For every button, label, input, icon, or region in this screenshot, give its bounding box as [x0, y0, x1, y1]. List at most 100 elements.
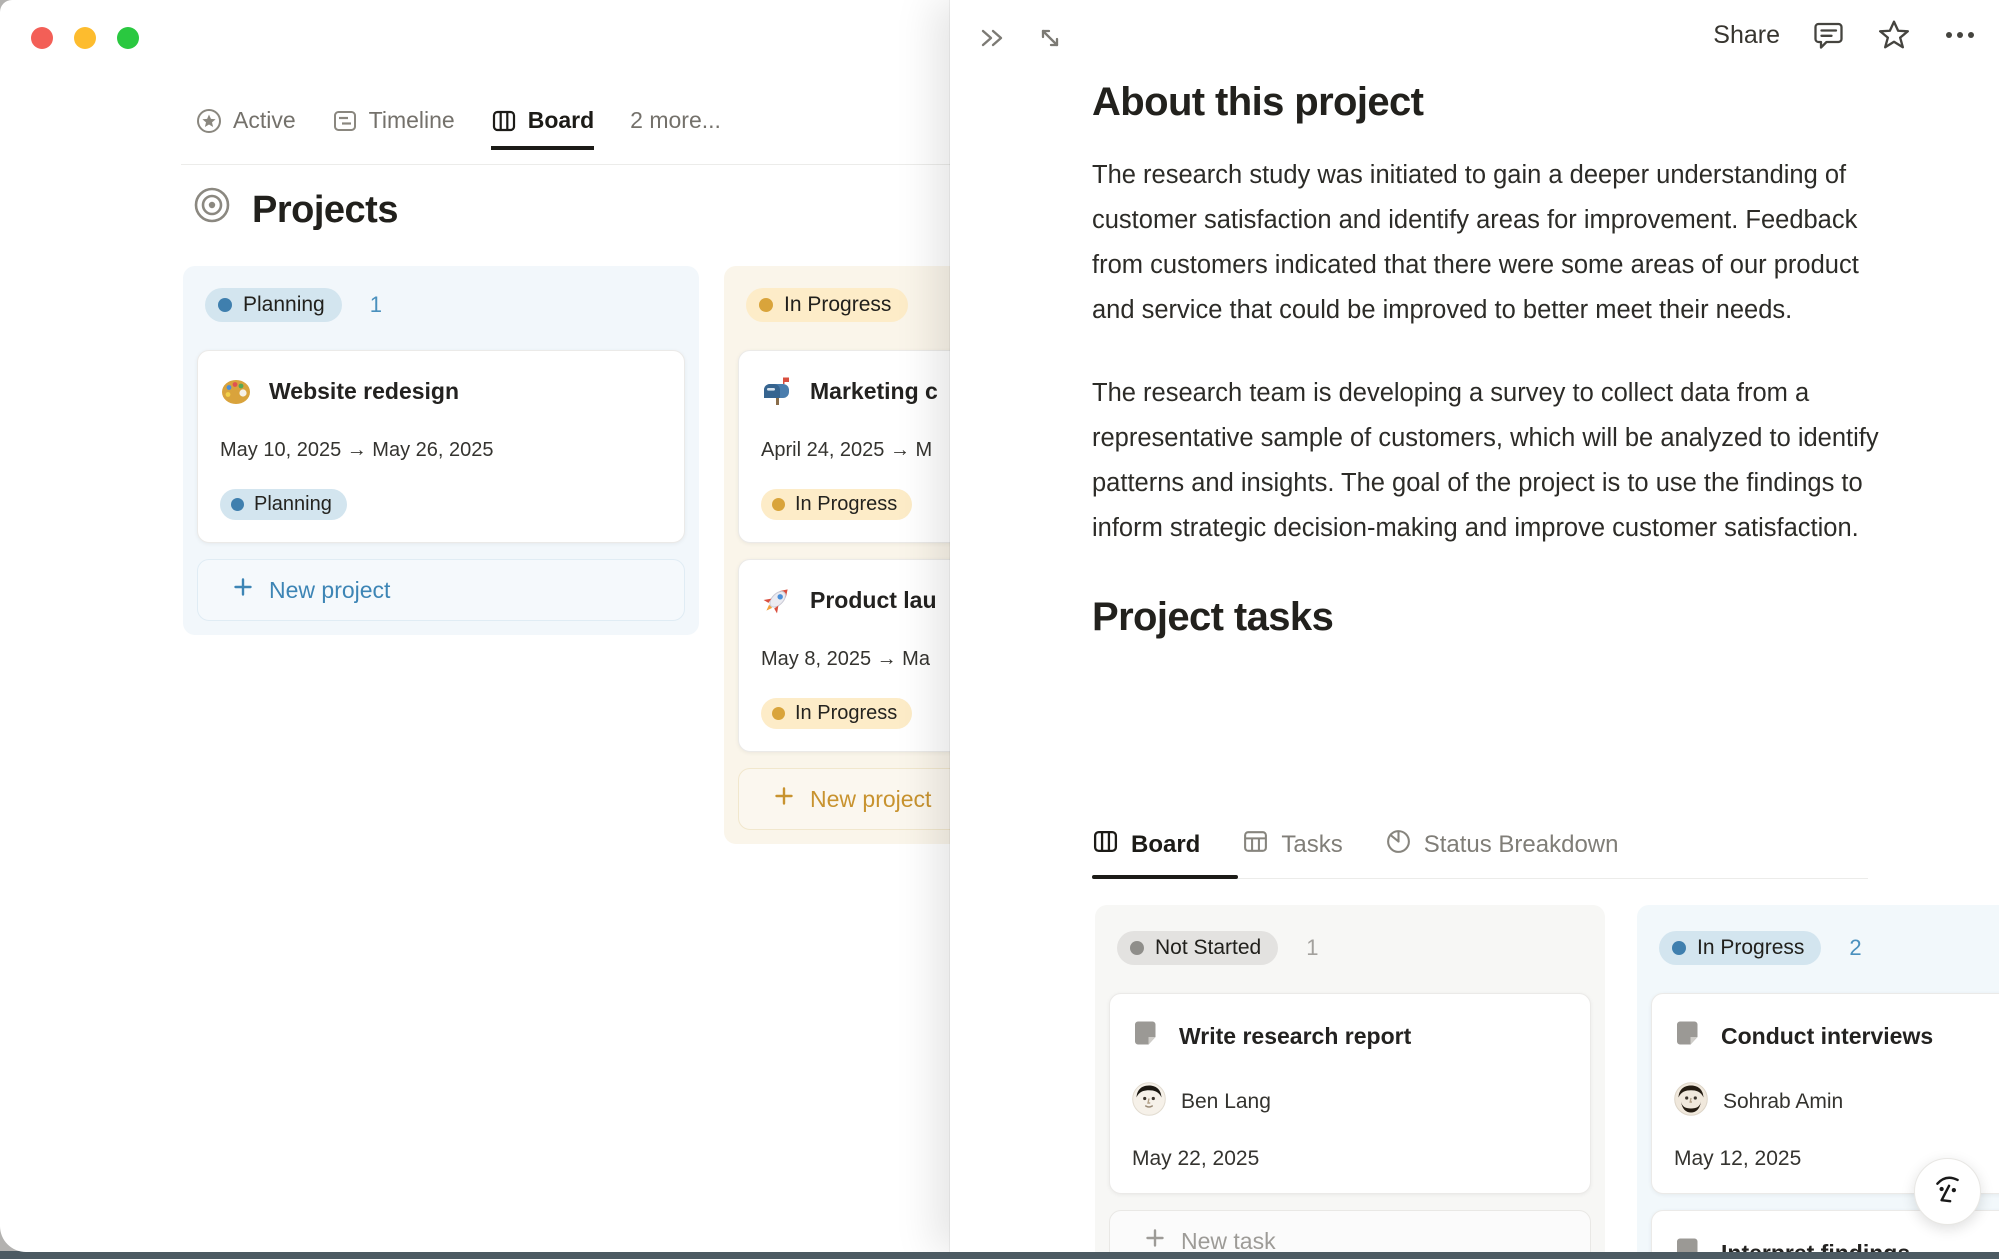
- tab-more-views[interactable]: 2 more...: [630, 107, 721, 150]
- tab-label: Status Breakdown: [1424, 831, 1619, 859]
- avatar-ben-lang: [1132, 1082, 1166, 1122]
- card-title: Conduct interviews: [1721, 1023, 1933, 1050]
- avatar-sohrab-amin: [1674, 1082, 1708, 1122]
- side-peek-panel: Share About this project The research st…: [950, 0, 1999, 1252]
- tab-task-table[interactable]: Tasks: [1242, 828, 1342, 862]
- new-project-label: New project: [810, 786, 931, 813]
- palette-icon: [220, 375, 252, 407]
- tab-task-board[interactable]: Board: [1092, 828, 1200, 862]
- status-dot: [759, 298, 773, 312]
- column-header: Not Started 1: [1117, 931, 1591, 965]
- status-dot: [1672, 941, 1686, 955]
- star-circle-icon: [196, 108, 222, 134]
- status-label: In Progress: [795, 702, 897, 725]
- tab-label: Timeline: [369, 107, 455, 134]
- page-title: Projects: [252, 189, 398, 232]
- assignee-name: Sohrab Amin: [1723, 1090, 1843, 1114]
- status-dot: [218, 298, 232, 312]
- status-label: In Progress: [1697, 936, 1804, 960]
- assignee-name: Ben Lang: [1181, 1090, 1271, 1114]
- more-options-icon[interactable]: [1943, 29, 1977, 41]
- plus-icon: [773, 785, 795, 813]
- column-count: 2: [1849, 935, 1861, 961]
- tabs-divider: [181, 164, 951, 165]
- tab-status-breakdown[interactable]: Status Breakdown: [1385, 828, 1619, 862]
- notion-ai-button[interactable]: [1914, 1158, 1981, 1225]
- project-card-website-redesign[interactable]: Website redesign May 10, 2025 → May 26, …: [197, 350, 685, 543]
- database-title-row: Projects: [192, 185, 398, 235]
- status-label: In Progress: [795, 493, 897, 516]
- tab-board-view[interactable]: Board: [491, 107, 594, 150]
- status-pill-not-started[interactable]: Not Started: [1117, 931, 1278, 965]
- new-project-label: New project: [269, 577, 390, 604]
- minimize-window-button[interactable]: [74, 27, 96, 49]
- timeline-icon: [332, 108, 358, 134]
- page-icon: [1674, 1018, 1704, 1054]
- tasks-heading: Project tasks: [1092, 595, 1892, 640]
- task-card-write-research-report[interactable]: Write research report Ben Lang May 22, 2…: [1109, 993, 1591, 1194]
- close-window-button[interactable]: [31, 27, 53, 49]
- tab-label: Active: [233, 107, 296, 134]
- card-title: Website redesign: [269, 378, 459, 405]
- new-project-button-planning[interactable]: New project: [197, 559, 685, 621]
- assignee-row: Sohrab Amin: [1674, 1082, 1999, 1122]
- status-pill-in-progress[interactable]: In Progress: [746, 288, 908, 322]
- active-tab-underline: [1092, 875, 1238, 879]
- table-icon: [1242, 828, 1269, 862]
- card-status-tag: In Progress: [761, 698, 912, 729]
- tab-timeline-view[interactable]: Timeline: [332, 107, 455, 150]
- board-icon: [491, 108, 517, 134]
- task-view-tabs: Board Tasks Status Breakdown: [1092, 828, 1618, 862]
- status-dot: [772, 498, 785, 511]
- projects-column-planning: Planning 1 Website redesign May 10, 2025…: [183, 266, 699, 635]
- pie-chart-icon: [1385, 828, 1412, 862]
- card-status-tag: In Progress: [761, 489, 912, 520]
- card-title: Write research report: [1179, 1023, 1411, 1050]
- notion-window: Active Timeline Board 2 more... Projects…: [0, 0, 1999, 1252]
- card-title: Marketing c: [810, 378, 938, 405]
- about-heading: About this project: [1092, 80, 1892, 125]
- status-label: Planning: [243, 293, 325, 317]
- card-status-tag: Planning: [220, 489, 347, 520]
- mailbox-icon: [761, 375, 793, 407]
- panel-header: Share: [950, 0, 1999, 78]
- ai-face-icon: [1932, 1172, 1964, 1211]
- database-view-tabs: Active Timeline Board 2 more...: [196, 107, 721, 150]
- plus-icon: [1144, 1227, 1166, 1252]
- assignee-row: Ben Lang: [1132, 1082, 1568, 1122]
- status-dot: [772, 707, 785, 720]
- close-peek-chevrons-icon[interactable]: [976, 22, 1008, 54]
- tab-active-view[interactable]: Active: [196, 107, 296, 150]
- status-pill-in-progress[interactable]: In Progress: [1659, 931, 1821, 965]
- card-title: Interpret findings: [1721, 1240, 1910, 1253]
- status-dot: [1130, 941, 1144, 955]
- task-due-date: May 22, 2025: [1132, 1147, 1568, 1171]
- page-icon: [1674, 1235, 1704, 1252]
- expand-page-icon[interactable]: [1034, 22, 1066, 54]
- page-icon: [1132, 1018, 1162, 1054]
- plus-icon: [232, 576, 254, 604]
- target-icon: [192, 185, 232, 235]
- comments-icon[interactable]: [1812, 19, 1845, 52]
- card-date-range: May 10, 2025 → May 26, 2025: [220, 439, 662, 462]
- tasks-column-not-started: Not Started 1 Write research report Ben …: [1095, 905, 1605, 1252]
- rocket-icon: [761, 584, 793, 616]
- page-body: About this project The research study wa…: [1092, 80, 1892, 640]
- new-task-button[interactable]: New task: [1109, 1210, 1591, 1252]
- status-pill-planning[interactable]: Planning: [205, 288, 342, 322]
- zoom-window-button[interactable]: [117, 27, 139, 49]
- about-paragraph-2: The research team is developing a survey…: [1092, 371, 1882, 551]
- column-count: 1: [1306, 935, 1318, 961]
- window-controls: [31, 27, 139, 49]
- tab-label: Board: [528, 107, 594, 134]
- share-button[interactable]: Share: [1713, 21, 1780, 50]
- desktop-bottom-edge: [0, 1251, 1999, 1259]
- about-paragraph-1: The research study was initiated to gain…: [1092, 153, 1882, 333]
- column-header: Planning 1: [205, 288, 685, 322]
- tab-label: Tasks: [1281, 831, 1342, 859]
- board-icon: [1092, 828, 1119, 862]
- favorite-star-icon[interactable]: [1877, 18, 1911, 52]
- card-title: Product lau: [810, 587, 937, 614]
- status-label: Planning: [254, 493, 332, 516]
- new-task-label: New task: [1181, 1228, 1276, 1253]
